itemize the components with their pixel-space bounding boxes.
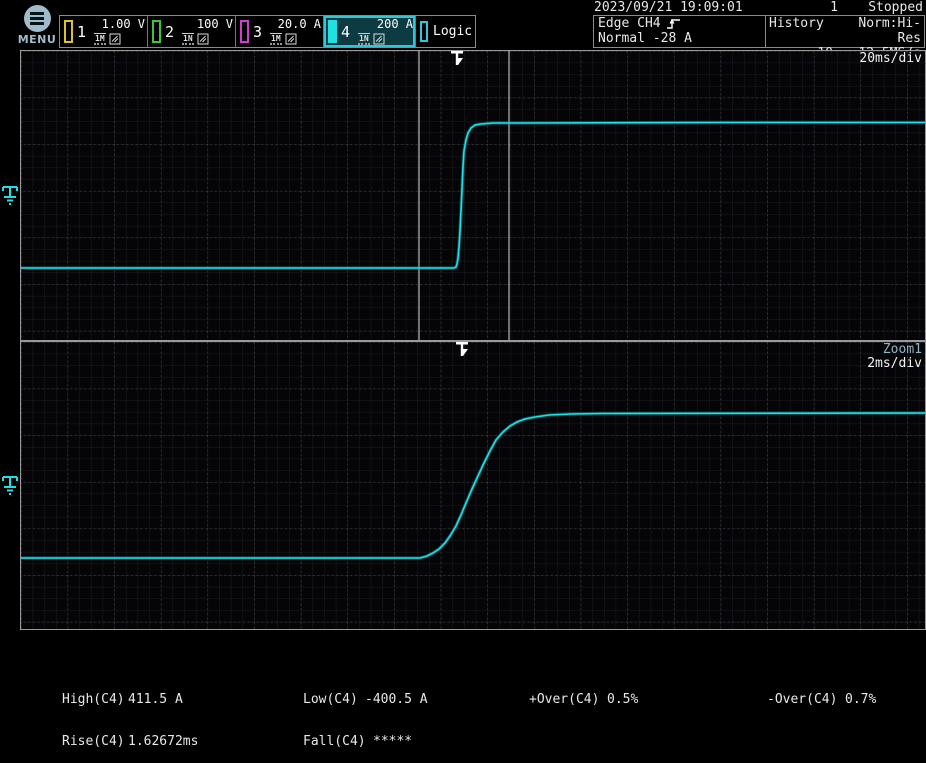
channel-3-scale: 20.0 A xyxy=(264,18,321,31)
channel-3-button[interactable]: 3 20.0 A 1M xyxy=(236,16,324,47)
measurement-value: -400.5 A xyxy=(365,692,428,707)
zoom-waveform-plot xyxy=(21,342,925,629)
main-timebase-label: 20ms/div xyxy=(859,51,922,66)
logic-button[interactable]: Logic xyxy=(416,16,475,47)
acq-mode-label: Norm:Hi-Res xyxy=(841,16,921,46)
zoom-trigger-position-marker[interactable] xyxy=(456,342,470,360)
ch4-zoom-ground-marker[interactable] xyxy=(2,475,20,496)
menu-label: MENU xyxy=(14,33,60,46)
measurement-row: Rise(C4)1.62672ms xyxy=(62,735,198,749)
measurement-label: Rise(C4) xyxy=(62,735,128,749)
measurement-label: High(C4) xyxy=(62,693,128,707)
zoom-name-label: Zoom1 xyxy=(883,342,922,357)
grid-major xyxy=(21,51,925,340)
measurement-value: ***** xyxy=(365,734,412,749)
measurement-group-pos-over: +Over(C4)0.5% xyxy=(529,665,638,721)
channel-3-color-swatch xyxy=(240,20,249,43)
menu-button[interactable]: MENU xyxy=(14,4,60,50)
measurement-value: 0.5% xyxy=(607,692,638,707)
channel-2-impedance-icon: 1N xyxy=(182,33,194,45)
channel-2-number: 2 xyxy=(165,23,174,41)
measurement-value: 1.62672ms xyxy=(128,734,198,749)
zoom-timebase-label: 2ms/div xyxy=(867,356,922,371)
measurement-label: -Over(C4) xyxy=(767,693,845,707)
history-label: History xyxy=(769,16,841,46)
channel-1-impedance-icon: 1M xyxy=(94,33,106,45)
channel-4-scale: 200 A xyxy=(352,18,413,31)
trigger-position-marker[interactable] xyxy=(451,51,465,69)
datetime-label: 2023/09/21 19:09:01 xyxy=(594,0,743,15)
logic-color-swatch xyxy=(420,21,428,42)
measurement-row: -Over(C4)0.7% xyxy=(767,693,876,707)
channel-2-color-swatch xyxy=(152,20,161,43)
channel-1-color-swatch xyxy=(64,20,73,43)
channel-4-color-swatch xyxy=(328,20,337,43)
measurement-row: Low(C4)-400.5 A xyxy=(303,693,428,707)
measurement-label: +Over(C4) xyxy=(529,693,607,707)
probe-icon xyxy=(109,33,121,45)
channel-2-button[interactable]: 2 100 V 1N xyxy=(148,16,236,47)
trigger-mode-label: Normal -28 A xyxy=(598,31,761,46)
measurement-value: 0.7% xyxy=(845,692,876,707)
acquisition-count: 1 xyxy=(808,0,838,15)
channel-4-button[interactable]: 4 200 A 1N xyxy=(324,16,416,47)
channel-3-impedance-icon: 1M xyxy=(270,33,282,45)
channel-group: 1 1.00 V 1M 2 100 V 1N 3 20.0 A 1M xyxy=(59,15,476,48)
measurement-label: Fall(C4) xyxy=(303,735,365,749)
measurement-value: 411.5 A xyxy=(128,692,183,707)
measurement-label: Low(C4) xyxy=(303,693,365,707)
channel-1-number: 1 xyxy=(77,23,86,41)
probe-icon xyxy=(285,33,297,45)
measurement-group-low-fall: Low(C4)-400.5 A Fall(C4)***** xyxy=(303,665,428,763)
channel-3-number: 3 xyxy=(253,23,262,41)
channel-1-button[interactable]: 1 1.00 V 1M xyxy=(60,16,148,47)
run-state-label: Stopped xyxy=(868,0,923,15)
main-waveform-panel: 20ms/div xyxy=(20,50,926,341)
logic-label: Logic xyxy=(433,24,472,39)
channel-4-number: 4 xyxy=(341,23,350,41)
history-settings[interactable]: History Norm:Hi-Res 10 12.5MS/s xyxy=(766,16,924,47)
measurement-group-neg-over: -Over(C4)0.7% xyxy=(767,665,876,721)
status-line: 2023/09/21 19:09:01 1 Stopped xyxy=(593,0,925,15)
measurement-row: +Over(C4)0.5% xyxy=(529,693,638,707)
measurement-row: High(C4)411.5 A xyxy=(62,693,198,707)
rising-edge-icon xyxy=(666,17,681,30)
zoom-waveform-panel: Zoom1 2ms/div xyxy=(20,341,926,630)
channel-1-scale: 1.00 V xyxy=(88,18,145,31)
measurement-row: Fall(C4)***** xyxy=(303,735,428,749)
hamburger-icon xyxy=(24,5,51,32)
main-waveform-plot xyxy=(21,51,925,340)
probe-icon xyxy=(197,33,209,45)
channel-2-scale: 100 V xyxy=(176,18,233,31)
measurement-group-high-rise: High(C4)411.5 A Rise(C4)1.62672ms xyxy=(62,665,198,763)
trigger-type-label: Edge CH4 xyxy=(598,16,661,31)
channel-4-impedance-icon: 1N xyxy=(358,33,370,45)
trigger-info-box: Edge CH4 Normal -28 A History Norm:Hi-Re… xyxy=(593,15,925,48)
ch4-ground-marker[interactable] xyxy=(2,185,20,206)
trigger-settings[interactable]: Edge CH4 Normal -28 A xyxy=(594,16,766,47)
probe-icon xyxy=(373,33,385,45)
